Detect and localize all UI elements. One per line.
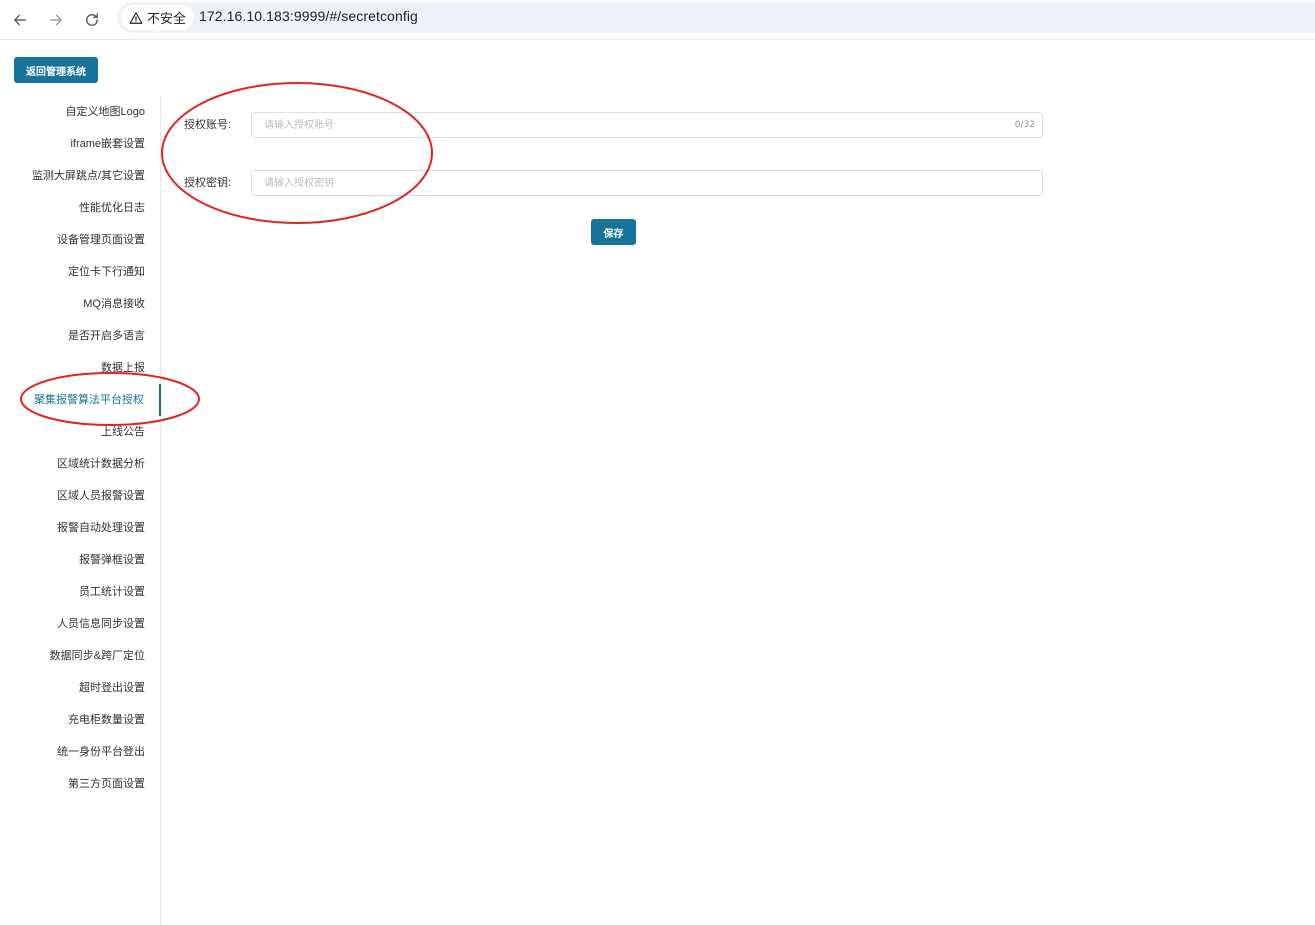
sidebar-item[interactable]: 第三方页面设置 bbox=[0, 768, 160, 800]
sidebar-item[interactable]: 员工统计设置 bbox=[0, 576, 160, 608]
sidebar-item[interactable]: 区域统计数据分析 bbox=[0, 448, 160, 480]
security-chip[interactable]: 不安全 bbox=[121, 5, 195, 30]
sidebar-item[interactable]: 自定义地图Logo bbox=[0, 96, 160, 128]
address-bar[interactable]: 不安全 172.16.10.183:9999/#/secretconfig bbox=[117, 2, 1315, 33]
sidebar-item[interactable]: iframe嵌套设置 bbox=[0, 128, 160, 160]
sidebar-item[interactable]: 聚集报警算法平台授权 bbox=[0, 384, 161, 416]
warning-icon bbox=[129, 11, 143, 24]
arrow-right-icon bbox=[50, 14, 62, 26]
back-to-admin-button[interactable]: 返回管理系统 bbox=[14, 57, 98, 83]
account-input[interactable] bbox=[252, 113, 1042, 137]
secret-input[interactable] bbox=[252, 171, 1042, 195]
account-input-wrapper[interactable]: 0/32 bbox=[251, 112, 1043, 138]
secret-label: 授权密钥: bbox=[184, 177, 232, 189]
url-text[interactable]: 172.16.10.183:9999/#/secretconfig bbox=[199, 8, 418, 24]
save-button[interactable]: 保存 bbox=[591, 219, 636, 245]
sidebar-item[interactable]: 报警自动处理设置 bbox=[0, 512, 160, 544]
sidebar-item[interactable]: MQ消息接收 bbox=[0, 288, 160, 320]
browser-toolbar: 不安全 172.16.10.183:9999/#/secretconfig bbox=[0, 0, 1315, 40]
sidebar-item[interactable]: 统一身份平台登出 bbox=[0, 736, 160, 768]
sidebar-item[interactable]: 人员信息同步设置 bbox=[0, 608, 160, 640]
sidebar-item[interactable]: 性能优化日志 bbox=[0, 192, 160, 224]
reload-icon bbox=[86, 13, 98, 26]
annotation-circle-form bbox=[161, 82, 433, 224]
sidebar-item[interactable]: 监测大屏跳点/其它设置 bbox=[0, 160, 160, 192]
sidebar-item[interactable]: 数据上报 bbox=[0, 352, 160, 384]
account-label: 授权账号: bbox=[184, 119, 232, 131]
back-nav-button[interactable] bbox=[8, 8, 32, 32]
security-label: 不安全 bbox=[147, 12, 187, 27]
secret-input-wrapper[interactable] bbox=[251, 170, 1043, 196]
reload-button[interactable] bbox=[80, 8, 104, 32]
sidebar-item[interactable]: 设备管理页面设置 bbox=[0, 224, 160, 256]
forward-nav-button[interactable] bbox=[44, 8, 68, 32]
sidebar-item[interactable]: 超时登出设置 bbox=[0, 672, 160, 704]
sidebar-item[interactable]: 数据同步&跨厂定位 bbox=[0, 640, 160, 672]
sidebar-item[interactable]: 定位卡下行通知 bbox=[0, 256, 160, 288]
account-char-counter: 0/32 bbox=[1014, 120, 1035, 130]
sidebar-item[interactable]: 充电柜数量设置 bbox=[0, 704, 160, 736]
sidebar-item[interactable]: 区域人员报警设置 bbox=[0, 480, 160, 512]
arrow-left-icon bbox=[14, 14, 26, 26]
sidebar-item[interactable]: 是否开启多语言 bbox=[0, 320, 160, 352]
sidebar-item[interactable]: 报警弹框设置 bbox=[0, 544, 160, 576]
sidebar-item[interactable]: 上线公告 bbox=[0, 416, 160, 448]
sidebar-menu: 自定义地图Logo iframe嵌套设置 监测大屏跳点/其它设置 性能优化日志 设备管理… bbox=[0, 96, 161, 925]
